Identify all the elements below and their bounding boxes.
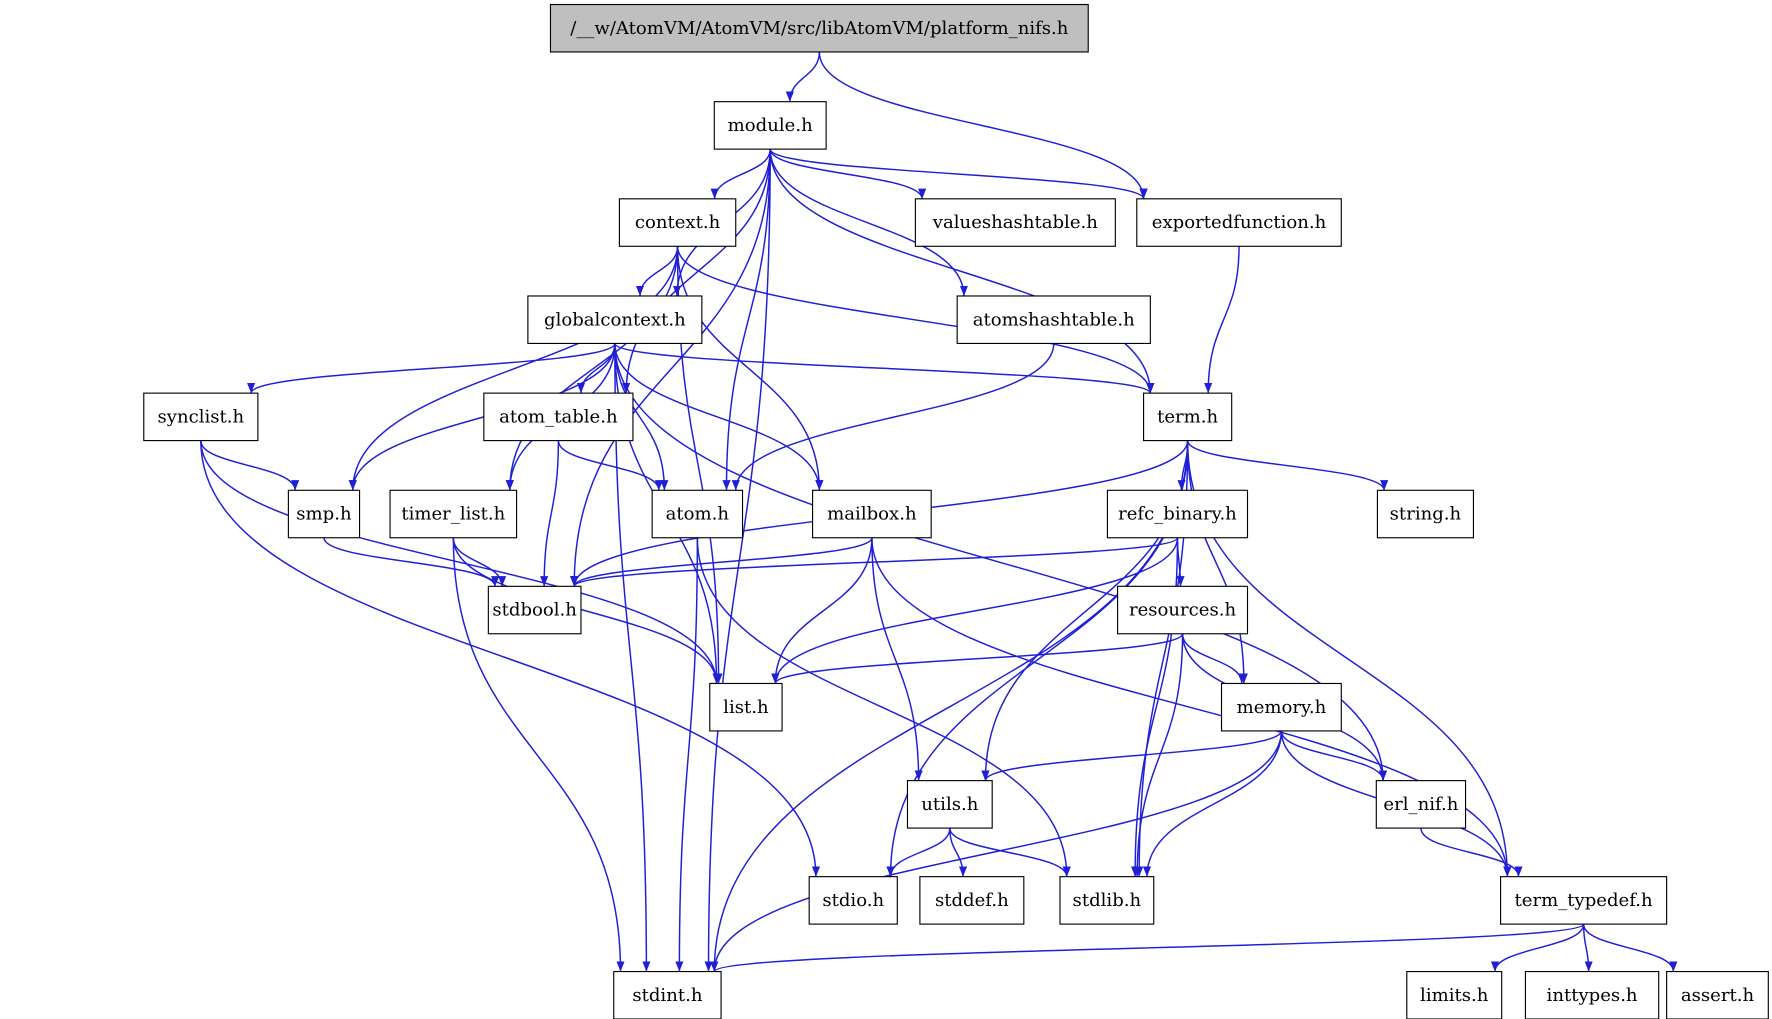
node-label: string.h [1390,504,1462,525]
node-term-typedef[interactable]: term_typedef.h [1499,876,1668,925]
node-label: resources.h [1129,600,1237,621]
edge-atom-to-stdint [675,537,699,972]
node-stdbool[interactable]: stdbool.h [487,585,582,635]
node-label: timer_list.h [401,504,505,525]
node-label: synclist.h [157,407,244,428]
edge-platform_nifs-to-module [785,51,821,102]
edge-memory-to-stdint [710,730,1283,972]
node-module[interactable]: module.h [713,101,827,150]
node-resources[interactable]: resources.h [1117,585,1249,635]
edge-synclist-to-smp [200,440,300,491]
edge-utils-to-stdlib [949,827,1071,877]
node-list[interactable]: list.h [709,682,783,732]
node-platform-nifs[interactable]: /__w/AtomVM/AtomVM/src/libAtomVM/platfor… [549,3,1089,53]
node-refc-binary[interactable]: refc_binary.h [1106,489,1249,539]
node-atomshashtable[interactable]: atomshashtable.h [956,295,1151,344]
node-label: mailbox.h [827,504,917,525]
node-timer-list[interactable]: timer_list.h [389,489,518,539]
node-assert[interactable]: assert.h [1666,970,1769,1019]
node-stdio[interactable]: stdio.h [808,876,898,925]
node-label: globalcontext.h [544,309,686,330]
node-atom-table[interactable]: atom_table.h [483,392,634,442]
edge-term_typedef-to-assert [1582,923,1678,972]
edge-erl_nif-to-term_typedef [1420,827,1523,877]
edge-mailbox-to-utils [871,537,923,781]
node-inttypes[interactable]: inttypes.h [1524,970,1660,1019]
node-label: term.h [1157,407,1218,428]
node-label: module.h [728,115,813,136]
node-erl-nif[interactable]: erl_nif.h [1375,780,1467,829]
edge-module-to-valueshashtable [769,148,927,200]
edge-smp-to-stdbool [323,537,500,587]
node-label: refc_binary.h [1118,504,1237,525]
edge-synclist-to-list [200,440,721,684]
node-label: context.h [635,212,721,233]
edge-context-to-timer_list [505,246,679,491]
node-memory[interactable]: memory.h [1220,682,1342,732]
edge-term-to-memory [1186,440,1248,684]
node-valueshashtable[interactable]: valueshashtable.h [914,198,1116,247]
node-label: exportedfunction.h [1152,212,1327,233]
node-label: stddef.h [935,890,1009,911]
node-label: smp.h [296,504,352,525]
node-label: assert.h [1681,985,1755,1006]
node-stdint[interactable]: stdint.h [613,970,722,1019]
node-label: atomshashtable.h [973,309,1135,330]
node-term[interactable]: term.h [1143,392,1233,442]
node-smp[interactable]: smp.h [287,489,361,539]
node-string[interactable]: string.h [1376,489,1475,539]
node-label: memory.h [1237,697,1327,718]
node-globalcontext[interactable]: globalcontext.h [527,295,703,344]
node-label: limits.h [1420,985,1489,1006]
node-label: inttypes.h [1547,985,1638,1006]
edge-memory-to-erl_nif [1280,730,1388,781]
node-label: valueshashtable.h [932,212,1098,233]
edge-term_typedef-to-stdint [710,923,1585,973]
node-context[interactable]: context.h [618,198,737,247]
node-exportedfunction[interactable]: exportedfunction.h [1136,198,1342,247]
node-utils[interactable]: utils.h [906,780,993,829]
node-label: stdio.h [822,890,884,911]
edge-mailbox-to-stdbool [570,537,873,587]
edge-globalcontext-to-mailbox [614,343,824,491]
node-label: stdlib.h [1073,890,1142,911]
edge-module-to-exportedfunction [769,148,1148,200]
edge-module-to-context [710,149,771,199]
node-limits[interactable]: limits.h [1406,970,1503,1019]
edge-term-to-string [1186,440,1389,491]
include-dependency-graph: /__w/AtomVM/AtomVM/src/libAtomVM/platfor… [143,3,1769,1019]
node-stdlib[interactable]: stdlib.h [1059,876,1155,925]
edge-atom_table-to-stdbool [540,440,560,587]
node-label: erl_nif.h [1383,794,1458,815]
node-stddef[interactable]: stddef.h [919,876,1025,925]
edge-memory-to-utils [981,730,1283,781]
edge-utils-to-stddef [949,828,968,877]
edge-atomshashtable-to-atom [731,343,1055,491]
node-label: atom.h [666,504,730,525]
node-label: stdbool.h [492,600,577,621]
edge-refc_binary-to-stdbool [570,537,1179,587]
edge-platform_nifs-to-exportedfunction [818,51,1148,199]
edge-globalcontext-to-term [614,342,1155,394]
node-label: utils.h [921,794,978,815]
node-label: list.h [723,697,769,718]
edge-term_typedef-to-limits [1490,923,1585,972]
node-label: /__w/AtomVM/AtomVM/src/libAtomVM/platfor… [570,18,1069,39]
node-label: stdint.h [632,985,703,1006]
edge-utils-to-stdio [886,827,951,877]
node-label: term_typedef.h [1515,890,1653,911]
node-label: atom_table.h [499,407,618,428]
node-atom[interactable]: atom.h [651,489,744,539]
node-synclist[interactable]: synclist.h [143,392,259,442]
edge-exportedfunction-to-term [1204,246,1240,394]
edge-atom_table-to-atom [557,440,663,491]
node-mailbox[interactable]: mailbox.h [812,489,932,539]
